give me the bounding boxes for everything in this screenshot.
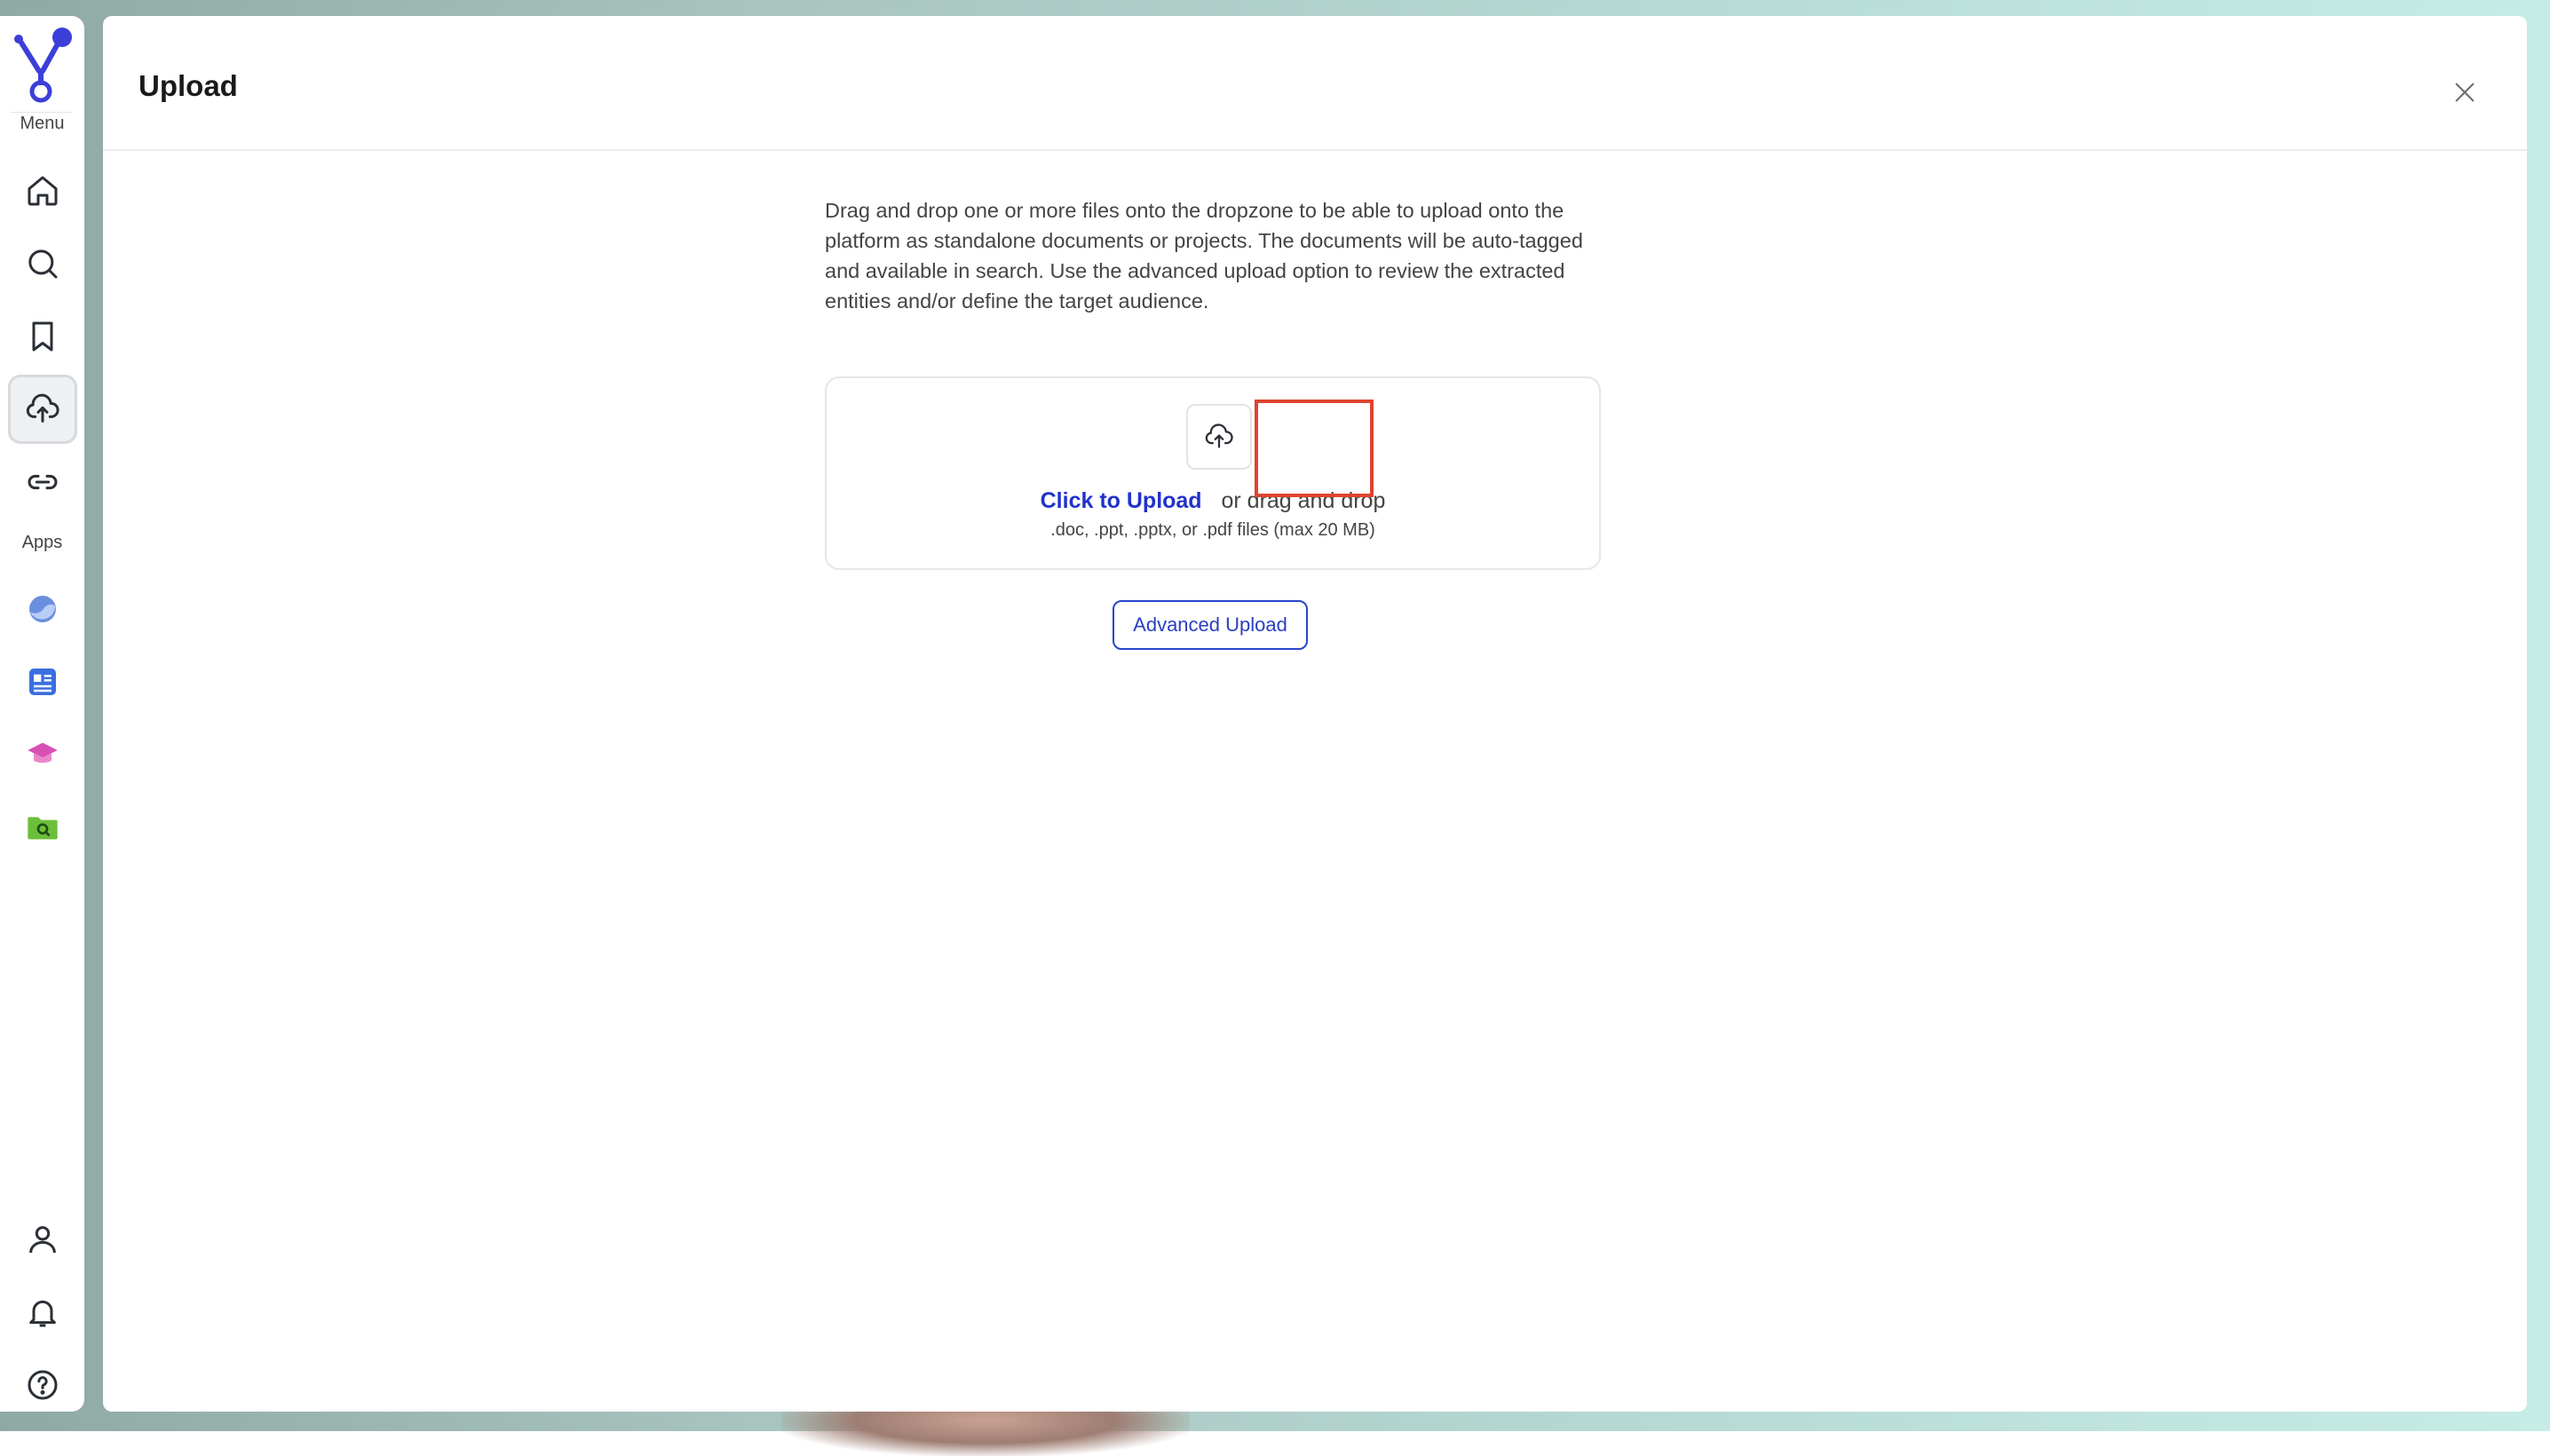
- document-app-icon: [25, 664, 60, 700]
- click-to-upload-link[interactable]: Click to Upload: [1041, 488, 1202, 513]
- moon-app-icon: [25, 591, 60, 627]
- app-logo-icon[interactable]: [9, 27, 76, 105]
- link-icon: [25, 464, 60, 500]
- menu-section-label: Menu: [0, 114, 84, 134]
- app-document[interactable]: [8, 647, 77, 716]
- graduation-cap-app-icon: [25, 737, 60, 772]
- bell-icon: [25, 1294, 60, 1330]
- upload-description: Drag and drop one or more files onto the…: [825, 195, 1588, 316]
- advanced-upload-button[interactable]: Advanced Upload: [1113, 600, 1308, 650]
- bookmark-icon: [25, 319, 60, 354]
- nav-help[interactable]: [8, 1350, 77, 1420]
- close-button[interactable]: [2443, 71, 2486, 114]
- apps-section-label: Apps: [0, 533, 84, 553]
- folder-search-app-icon: [25, 810, 60, 845]
- file-type-hint: .doc, .ppt, .pptx, or .pdf files (max 20…: [827, 520, 1599, 541]
- upload-icon-button[interactable]: [1186, 404, 1252, 470]
- close-icon: [2451, 78, 2479, 107]
- nav-links[interactable]: [8, 447, 77, 517]
- app-folder-search[interactable]: [8, 793, 77, 862]
- cloud-upload-icon: [1204, 422, 1234, 452]
- page-title: Upload: [139, 69, 238, 103]
- sidebar: Menu Apps: [0, 16, 84, 1412]
- app-moon[interactable]: [8, 574, 77, 644]
- app-learning[interactable]: [8, 720, 77, 789]
- dropzone[interactable]: Click to Upload or drag and drop .doc, .…: [825, 376, 1601, 570]
- highlight-box: [1255, 400, 1374, 497]
- panel-header: Upload: [103, 16, 2527, 151]
- nav-search[interactable]: [8, 229, 77, 298]
- home-icon: [25, 173, 60, 209]
- nav-upload[interactable]: [8, 375, 77, 444]
- logo-divider: [11, 112, 73, 113]
- dropzone-prompt: Click to Upload or drag and drop: [827, 488, 1599, 514]
- help-icon: [25, 1367, 60, 1403]
- nav-bookmarks[interactable]: [8, 302, 77, 371]
- nav-profile[interactable]: [8, 1205, 77, 1274]
- user-icon: [25, 1222, 60, 1257]
- nav-notifications[interactable]: [8, 1278, 77, 1347]
- search-icon: [25, 246, 60, 281]
- cloud-upload-icon: [25, 392, 60, 427]
- nav-home[interactable]: [8, 156, 77, 226]
